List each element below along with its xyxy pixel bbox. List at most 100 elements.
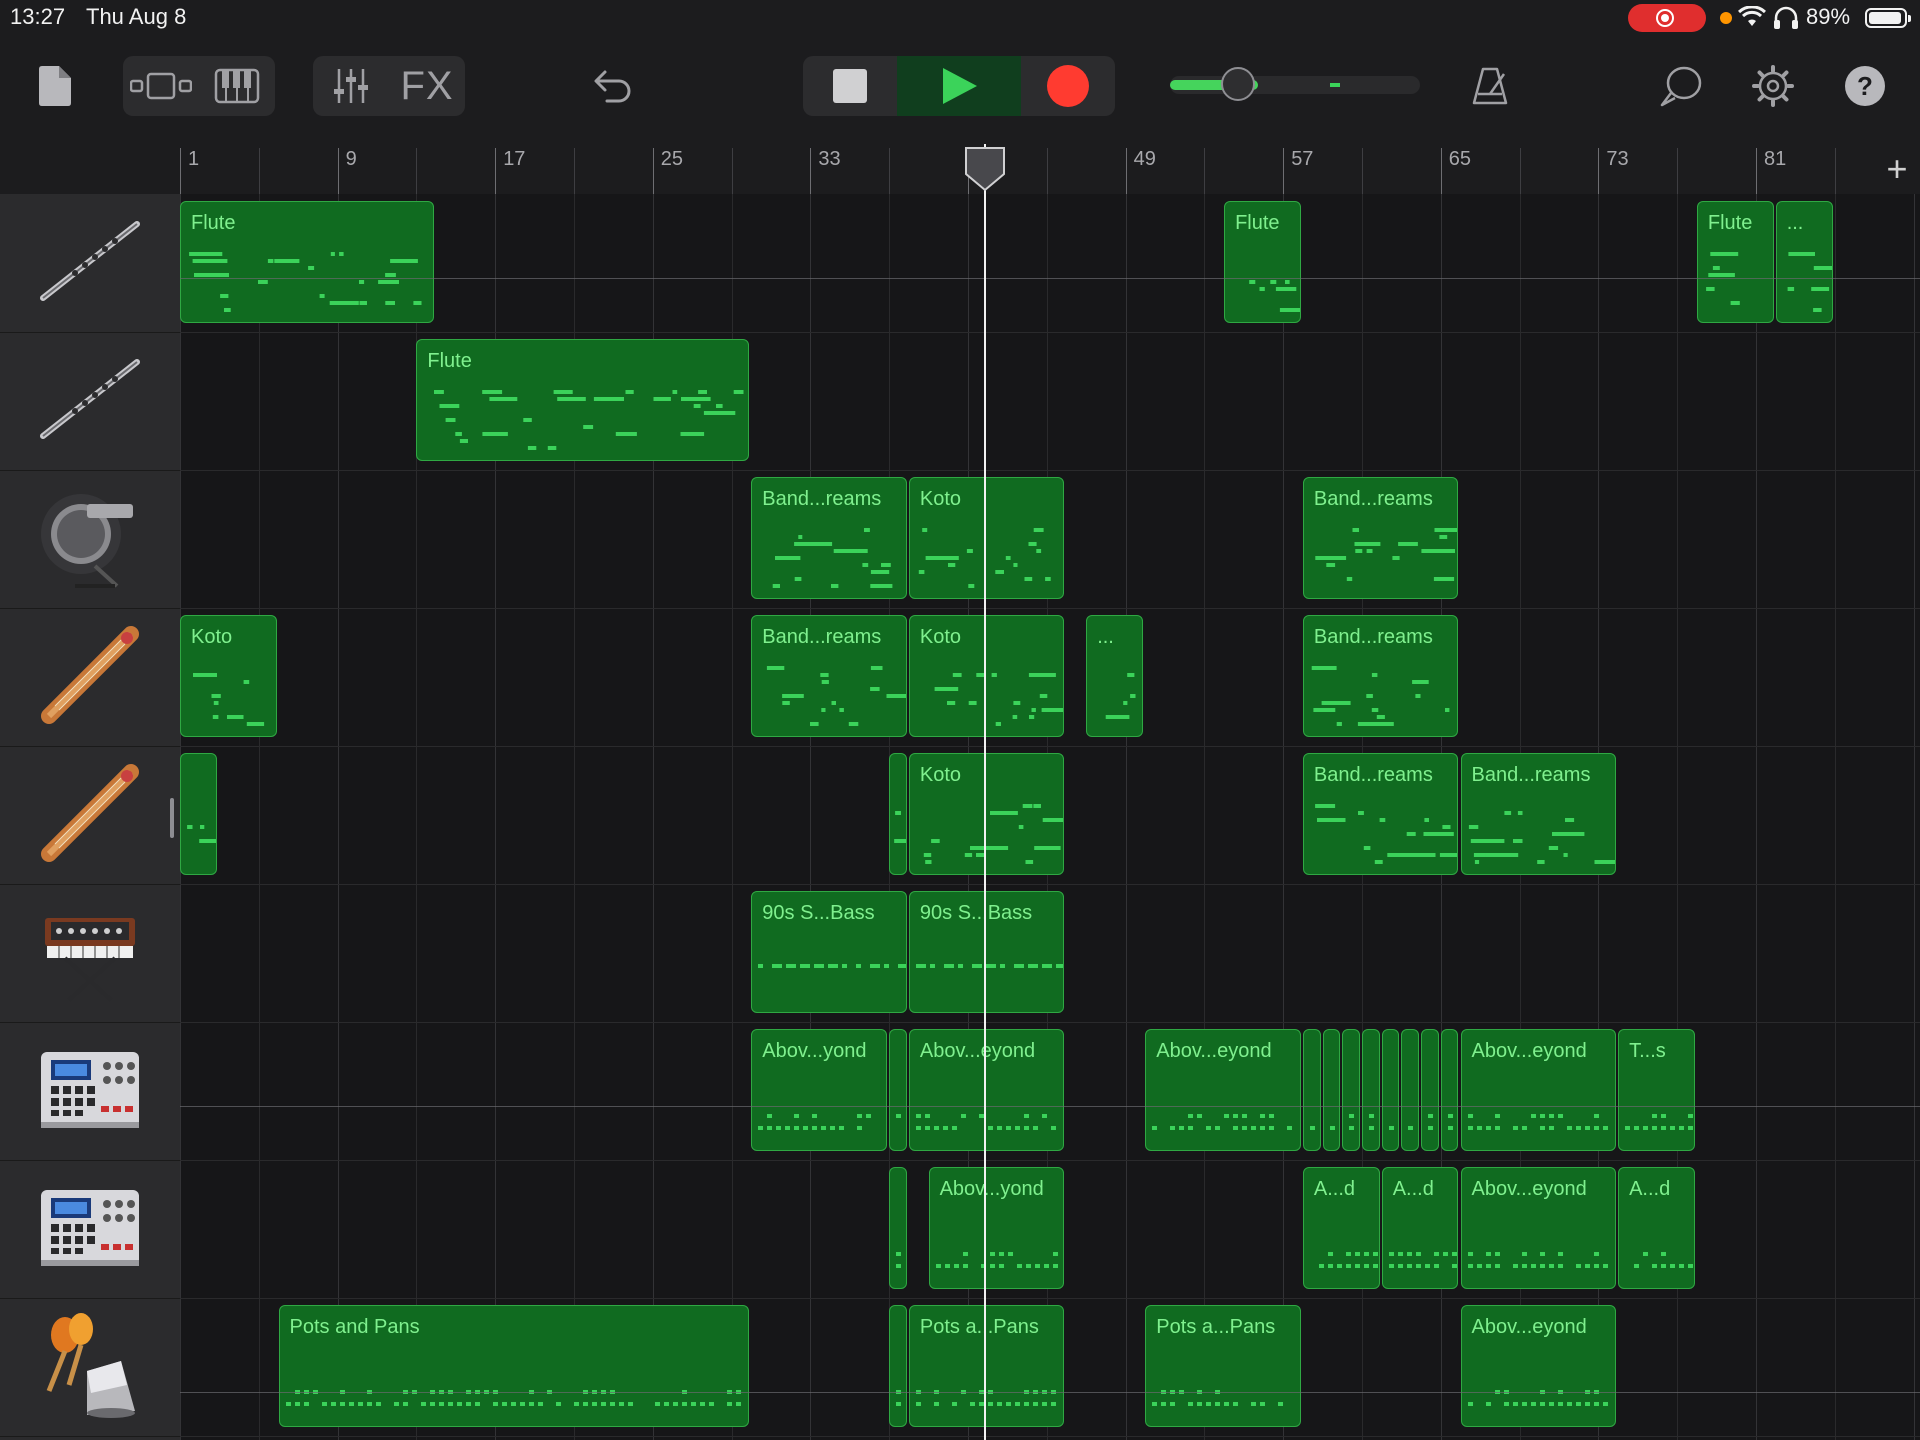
region[interactable] [1421,1029,1439,1151]
region[interactable] [1322,1029,1341,1151]
ruler-major-tick [1440,148,1442,194]
region[interactable]: Flute [416,339,750,461]
ruler-major-tick [652,148,654,194]
track-header-4[interactable] [0,608,180,747]
region-name: Flute [427,350,472,372]
track-header-9[interactable] [0,1298,180,1437]
region[interactable]: Band...reams [751,477,907,599]
region[interactable]: Flute [180,201,435,323]
region[interactable] [889,753,907,875]
master-volume-slider[interactable] [1170,67,1420,101]
region-name: 90s S...Bass [762,902,875,924]
loop-browser-icon[interactable] [1656,56,1706,116]
midi-notes [1249,280,1300,312]
help-icon[interactable]: ? [1840,56,1890,116]
region[interactable]: Pots and Pans [278,1305,750,1427]
ruler-bar-number: 17 [503,148,526,170]
region[interactable]: A...d [1302,1167,1380,1289]
metronome-icon[interactable] [1465,56,1515,116]
track-header-6[interactable] [0,884,180,1023]
volume-knob[interactable] [1220,67,1255,101]
playhead[interactable] [984,144,986,1440]
region[interactable]: 90s S...Bass [908,891,1065,1013]
region[interactable]: Abov...eyond [1460,1167,1617,1289]
header-resize-handle[interactable] [170,798,174,838]
region[interactable]: ... [1086,615,1144,737]
status-time: 13:27 [10,4,66,29]
region[interactable] [1362,1029,1380,1151]
region[interactable]: Band...reams [1302,477,1459,599]
region[interactable]: Koto [908,615,1065,737]
ruler-minor-tick [731,148,733,194]
status-date: Thu Aug 8 [86,4,187,29]
region-name: Koto [919,626,962,648]
undo-icon[interactable] [588,56,638,116]
region[interactable]: Pots a...Pans [1145,1305,1301,1427]
region[interactable]: A...d [1381,1167,1459,1289]
midi-notes [434,390,744,450]
timeline-ruler[interactable]: 19172533414957657381 [180,144,1874,195]
region[interactable]: T...s [1618,1029,1695,1151]
track-header-5[interactable] [0,746,180,885]
record-button[interactable] [1021,56,1115,116]
region[interactable]: Flute [1696,201,1774,323]
midi-notes [894,811,906,843]
region[interactable] [1302,1029,1321,1151]
tracks-area[interactable]: Flute Flute Flute... Flute Band...reams Koto B… [180,194,1920,1440]
region[interactable]: 90s S...Bass [751,891,907,1013]
region[interactable] [1440,1029,1459,1151]
my-songs-icon[interactable] [30,56,80,116]
track-header-8[interactable] [0,1160,180,1299]
ruler-bar-number: 25 [660,148,684,170]
region[interactable] [1401,1029,1420,1151]
region[interactable] [180,753,218,875]
ruler-bar-number: 49 [1133,148,1156,170]
region[interactable]: Band...reams [751,615,907,737]
level-meter [1330,83,1340,87]
transport-controls [803,56,1115,116]
automation-line [180,278,1920,279]
region[interactable]: Band...reams [1302,753,1459,875]
region[interactable]: ... [1775,201,1833,323]
region[interactable]: Abov...yond [751,1029,888,1151]
region[interactable]: Abov...eyond [908,1029,1065,1151]
track-header-1[interactable] [0,194,180,333]
track-header-2[interactable] [0,332,180,471]
mixer-icon[interactable] [313,56,389,116]
fx-button[interactable]: FX [389,56,465,116]
region-name: Koto [191,626,233,648]
region[interactable]: Band...reams [1460,753,1617,875]
svg-text:?: ? [1857,71,1873,101]
region[interactable] [889,1029,907,1151]
track-lane-1[interactable] [180,194,1920,333]
midi-notes [767,666,906,726]
region[interactable] [889,1167,907,1289]
region[interactable]: Abov...yond [928,1167,1065,1289]
region[interactable]: Band...reams [1302,615,1459,737]
settings-gear-icon[interactable] [1748,56,1798,116]
track-header-3[interactable] [0,470,180,609]
midi-notes [285,1390,741,1406]
region[interactable]: Koto [180,615,277,737]
region[interactable]: Pots a...Pans [908,1305,1065,1427]
region[interactable] [1342,1029,1360,1151]
midi-notes [896,1114,902,1118]
stop-button[interactable] [803,56,897,116]
region[interactable]: Abov...eyond [1145,1029,1301,1151]
region[interactable] [1381,1029,1400,1151]
region[interactable]: Abov...eyond [1460,1305,1617,1427]
region[interactable]: A...d [1618,1167,1695,1289]
region[interactable]: Koto [908,753,1065,875]
track-header-7[interactable] [0,1022,180,1161]
region[interactable]: Flute [1224,201,1301,323]
add-section-button[interactable]: + [1874,144,1920,194]
playhead-handle[interactable] [964,146,1006,192]
region[interactable]: Abov...eyond [1460,1029,1617,1151]
tracks-view-icon[interactable] [123,56,199,116]
screen-recording-icon[interactable] [1628,4,1706,32]
keyboard-icon[interactable] [199,56,275,116]
region[interactable]: Koto [908,477,1065,599]
ruler-major-tick [1598,148,1600,194]
region[interactable] [889,1305,907,1427]
play-button[interactable] [897,56,1021,116]
